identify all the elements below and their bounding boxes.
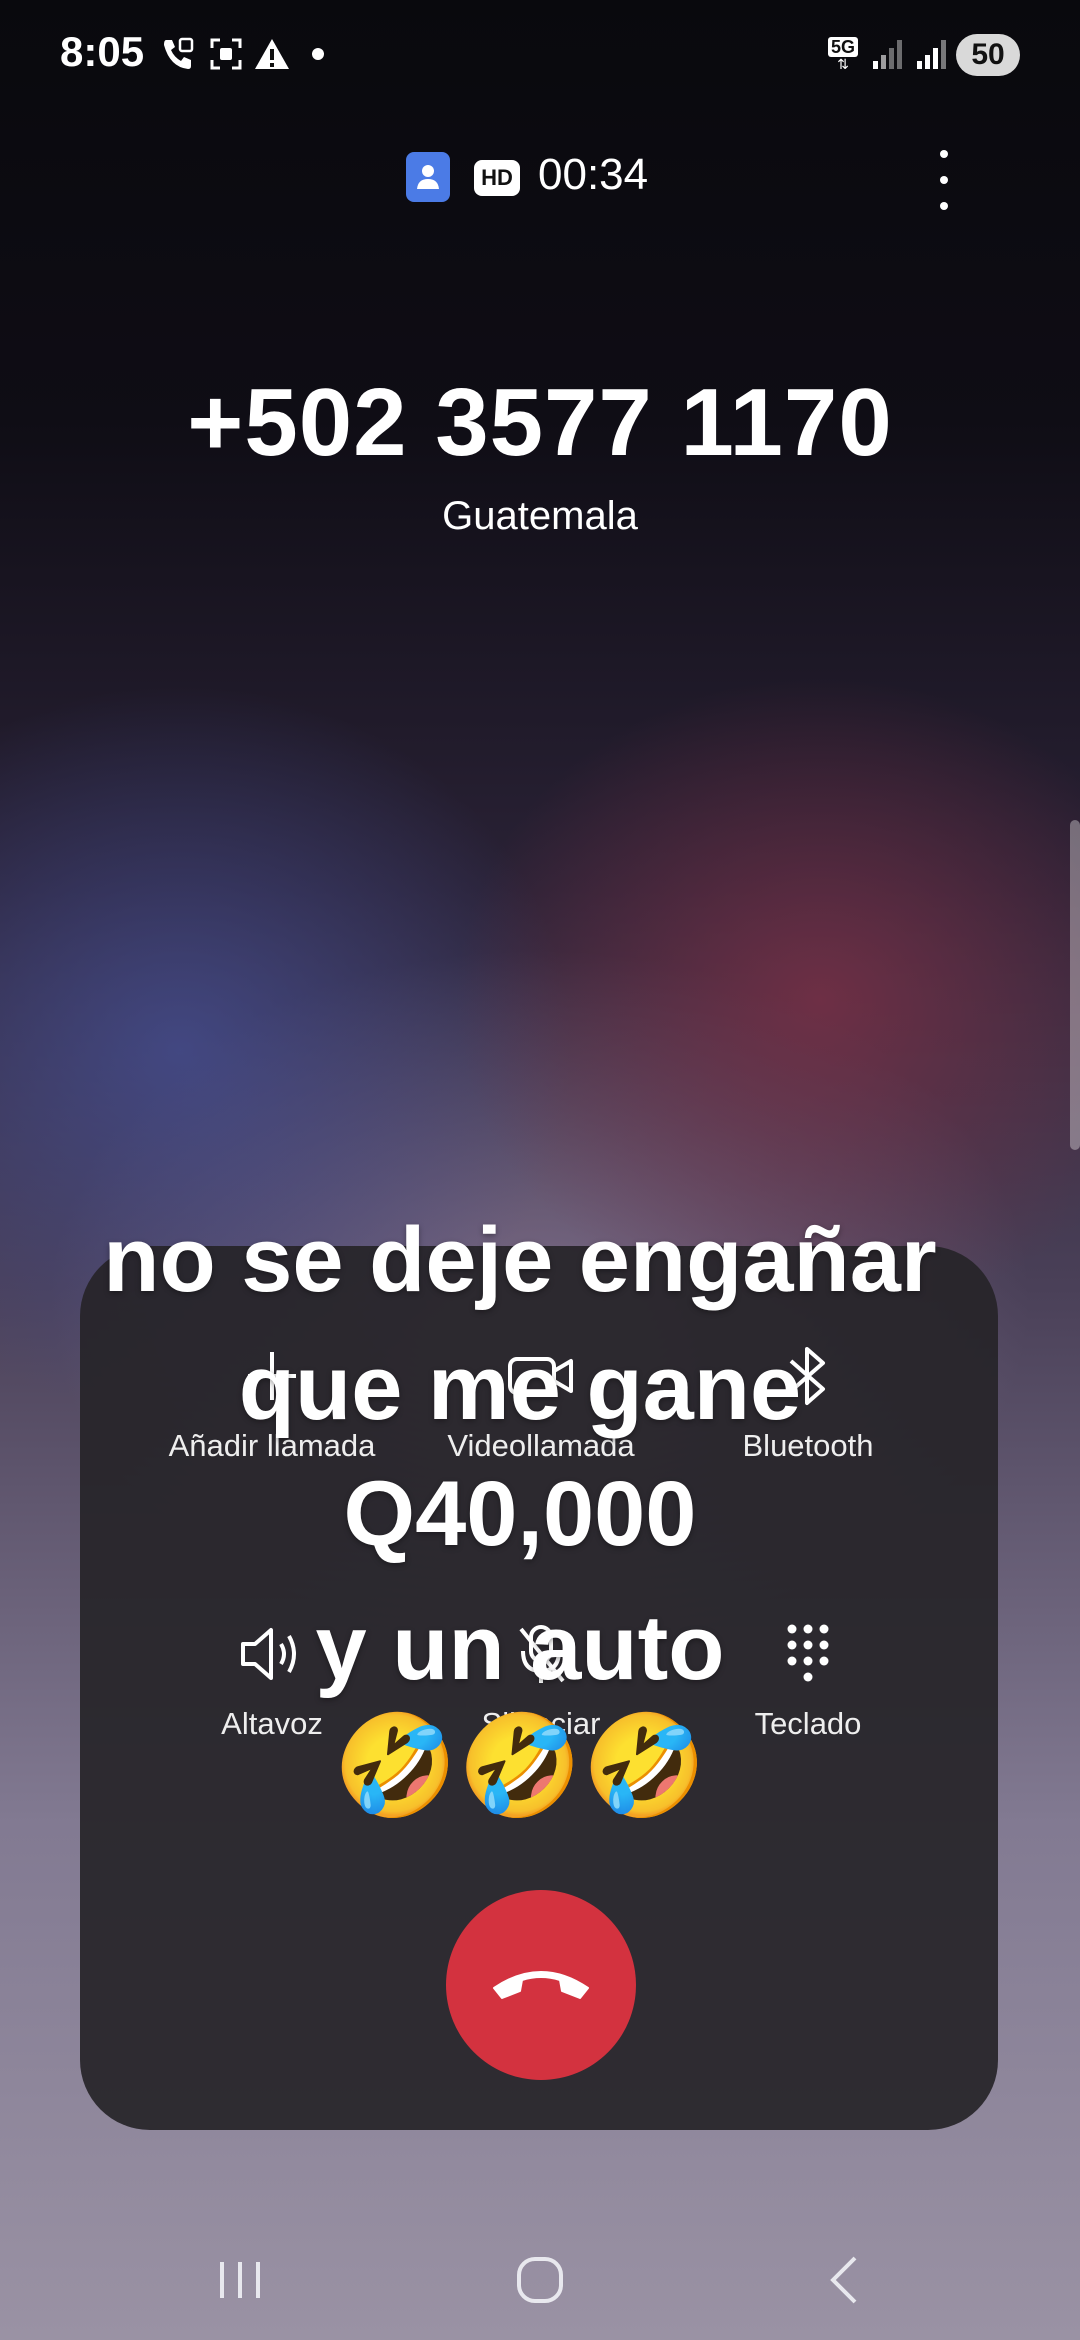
call-timer: 00:34 — [538, 150, 649, 199]
caller-location: Guatemala — [442, 494, 638, 538]
back-button[interactable] — [815, 2250, 875, 2310]
back-icon — [830, 2256, 857, 2304]
home-icon — [517, 2257, 563, 2303]
overlay-caption-line-4: y un auto — [315, 1597, 725, 1699]
overlay-caption-emojis: 🤣🤣🤣 — [333, 1710, 707, 1822]
end-call-button[interactable] — [446, 1890, 636, 2080]
overlay-caption-line-3: Q40,000 — [343, 1463, 697, 1565]
network-5g-icon: 5G ⇅ — [822, 34, 864, 74]
more-options-icon[interactable] — [930, 150, 958, 210]
contact-icon[interactable] — [406, 152, 450, 202]
screenshot-icon — [206, 34, 246, 74]
status-time: 8:05 — [60, 28, 145, 75]
signal-icon-2 — [912, 34, 952, 74]
edge-panel-handle[interactable] — [1070, 820, 1080, 1150]
home-button[interactable] — [510, 2250, 570, 2310]
notification-dot — [312, 48, 324, 60]
recent-apps-button[interactable] — [210, 2250, 270, 2310]
hd-badge: HD — [474, 160, 520, 196]
signal-icon-1 — [868, 34, 908, 74]
recents-icon — [220, 2262, 260, 2298]
end-call-icon — [486, 1958, 596, 2013]
battery-indicator: 50 — [956, 34, 1020, 76]
call-status-icon — [158, 34, 198, 74]
warning-icon — [252, 34, 292, 74]
overlay-caption-line-1: no se deje engañar — [103, 1209, 937, 1311]
overlay-caption-line-2: que me gane — [238, 1337, 802, 1439]
phone-number: +502 3577 1170 — [187, 369, 893, 476]
